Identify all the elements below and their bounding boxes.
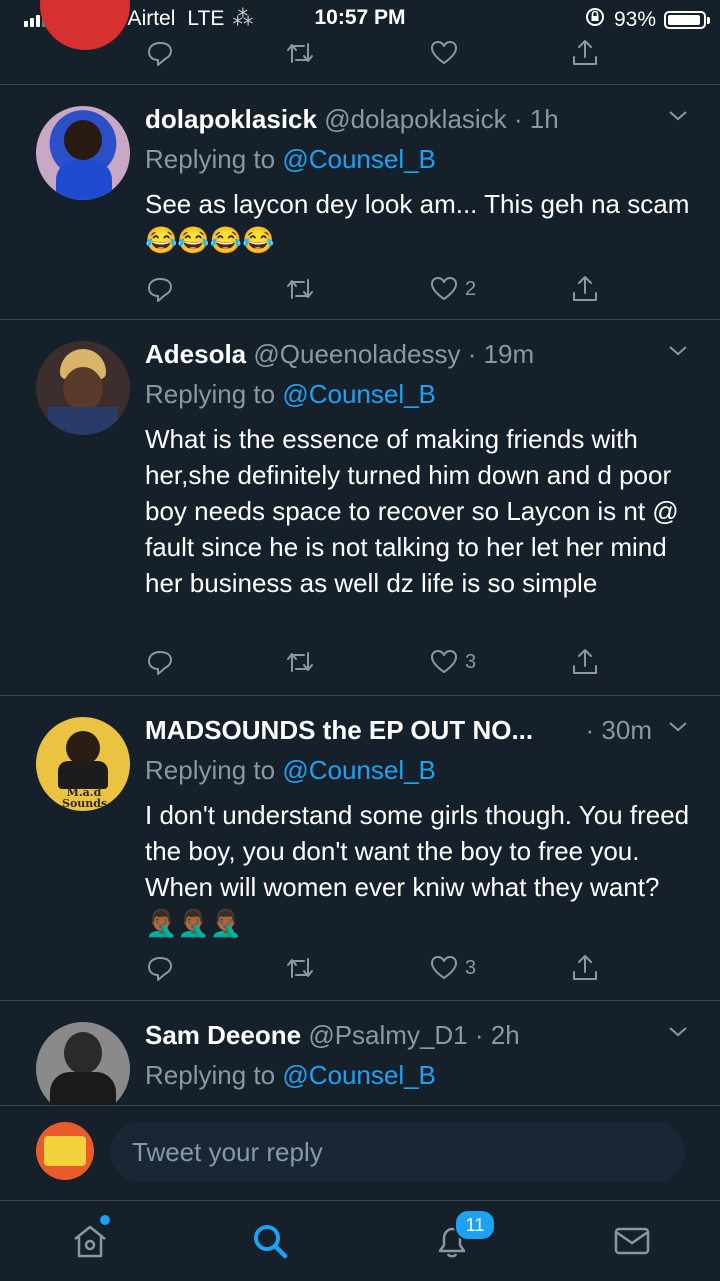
replying-to: Replying to @Counsel_B — [145, 142, 690, 176]
replying-prefix: Replying to — [145, 144, 276, 174]
share-button[interactable] — [570, 647, 600, 677]
avatar[interactable] — [36, 341, 130, 435]
retweet-button[interactable] — [285, 38, 315, 68]
avatar[interactable] — [36, 106, 130, 200]
mention-link[interactable]: @Counsel_B — [282, 379, 436, 409]
mention-link[interactable]: @Counsel_B — [282, 144, 436, 174]
tweet-text: I don't understand some girls though. Yo… — [145, 800, 690, 938]
display-name[interactable]: MADSOUNDS the EP OUT NO... — [145, 715, 533, 745]
avatar[interactable]: M.a.d Sounds — [36, 717, 130, 811]
tab-messages[interactable] — [612, 1221, 652, 1261]
reply-icon — [148, 278, 172, 302]
heart-icon — [431, 41, 457, 64]
new-content-dot — [100, 1215, 110, 1225]
tweet-actions: 3 — [145, 953, 605, 987]
share-button[interactable] — [570, 38, 600, 68]
replying-to: Replying to @Counsel_B — [145, 377, 690, 411]
search-icon — [254, 1225, 288, 1259]
tweet-text: See as laycon dey look am... This geh na… — [145, 189, 690, 255]
like-button[interactable]: 3 — [429, 953, 476, 983]
tweet-actions — [145, 38, 605, 72]
heart-icon — [431, 650, 457, 673]
heart-icon — [431, 277, 457, 300]
like-button[interactable]: 2 — [429, 274, 476, 304]
like-count: 2 — [465, 277, 477, 300]
replying-to: Replying to @Counsel_B — [145, 1058, 690, 1092]
reply-icon — [148, 651, 172, 675]
tweet-header: MADSOUNDS the EP OUT NO... · 30m — [145, 713, 690, 747]
display-name[interactable]: dolapoklasick — [145, 104, 317, 134]
tweet-header: dolapoklasick @dolapoklasick · 1h — [145, 102, 690, 136]
mention-link[interactable]: @Counsel_B — [282, 1060, 436, 1090]
tab-bar: 11 — [0, 1200, 720, 1281]
reply-button[interactable] — [145, 953, 175, 983]
tweet-time: · 2h — [474, 1020, 520, 1050]
tweet-actions: 2 — [145, 274, 605, 308]
replying-prefix: Replying to — [145, 755, 276, 785]
user-handle[interactable]: @Queenoladessy — [253, 339, 460, 369]
reply-feed[interactable]: dolapoklasick @dolapoklasick · 1h Replyi… — [0, 0, 720, 1105]
reply-composer: Tweet your reply — [0, 1105, 720, 1201]
reply-icon — [148, 42, 172, 66]
avatar[interactable] — [36, 1022, 130, 1105]
like-count: 3 — [465, 650, 477, 673]
notifications-badge: 11 — [454, 1209, 496, 1241]
reply-icon — [148, 957, 172, 981]
retweet-button[interactable] — [285, 274, 315, 304]
tab-notifications[interactable]: 11 — [432, 1209, 496, 1261]
tweet-time: · 19m — [467, 339, 535, 369]
user-handle[interactable]: @Psalmy_D1 — [308, 1020, 467, 1050]
retweet-icon — [287, 279, 313, 299]
tweet[interactable]: Adesola @Queenoladessy · 19m Replying to… — [0, 319, 720, 695]
share-button[interactable] — [570, 274, 600, 304]
share-icon — [573, 276, 597, 301]
replying-prefix: Replying to — [145, 379, 276, 409]
share-icon — [573, 649, 597, 674]
tweet[interactable]: Sam Deeone @Psalmy_D1 · 2h Replying to @… — [0, 1000, 720, 1105]
tweet[interactable]: M.a.d Sounds MADSOUNDS the EP OUT NO... ·… — [0, 695, 720, 1001]
tab-search[interactable] — [250, 1221, 290, 1261]
display-name[interactable]: Adesola — [145, 339, 246, 369]
chevron-down-icon[interactable] — [666, 102, 690, 136]
retweet-icon — [287, 652, 313, 672]
display-name[interactable]: Sam Deeone — [145, 1020, 301, 1050]
replying-prefix: Replying to — [145, 1060, 276, 1090]
tweet-reply-input[interactable]: Tweet your reply — [110, 1122, 685, 1182]
tweet-header: Sam Deeone @Psalmy_D1 · 2h — [145, 1018, 690, 1052]
share-icon — [573, 955, 597, 980]
share-button[interactable] — [570, 953, 600, 983]
retweet-icon — [287, 958, 313, 978]
mention-link[interactable]: @Counsel_B — [282, 755, 436, 785]
my-avatar[interactable] — [36, 1122, 94, 1180]
like-button[interactable]: 3 — [429, 647, 476, 677]
tweet-time: · 1h — [513, 104, 559, 134]
chevron-down-icon[interactable] — [666, 1018, 690, 1052]
partial-avatar[interactable] — [40, 0, 130, 50]
mail-icon — [614, 1227, 650, 1255]
chevron-down-icon[interactable] — [666, 713, 690, 747]
home-icon — [74, 1225, 106, 1258]
tweet-actions: 3 — [145, 647, 605, 681]
tweet[interactable]: dolapoklasick @dolapoklasick · 1h Replyi… — [0, 84, 720, 320]
tweet-header: Adesola @Queenoladessy · 19m — [145, 337, 690, 371]
retweet-icon — [287, 43, 313, 63]
user-handle[interactable]: @dolapoklasick — [324, 104, 506, 134]
retweet-button[interactable] — [285, 953, 315, 983]
chevron-down-icon[interactable] — [666, 337, 690, 371]
reply-button[interactable] — [145, 647, 175, 677]
like-count: 3 — [465, 956, 477, 979]
tweet-text: What is the essence of making friends wi… — [145, 424, 679, 598]
share-icon — [573, 40, 597, 65]
reply-button[interactable] — [145, 38, 175, 68]
heart-icon — [431, 956, 457, 979]
tab-home[interactable] — [70, 1215, 110, 1261]
like-button[interactable] — [429, 38, 459, 68]
retweet-button[interactable] — [285, 647, 315, 677]
replying-to: Replying to @Counsel_B — [145, 753, 690, 787]
tweet-time: · 30m — [585, 715, 652, 745]
reply-button[interactable] — [145, 274, 175, 304]
